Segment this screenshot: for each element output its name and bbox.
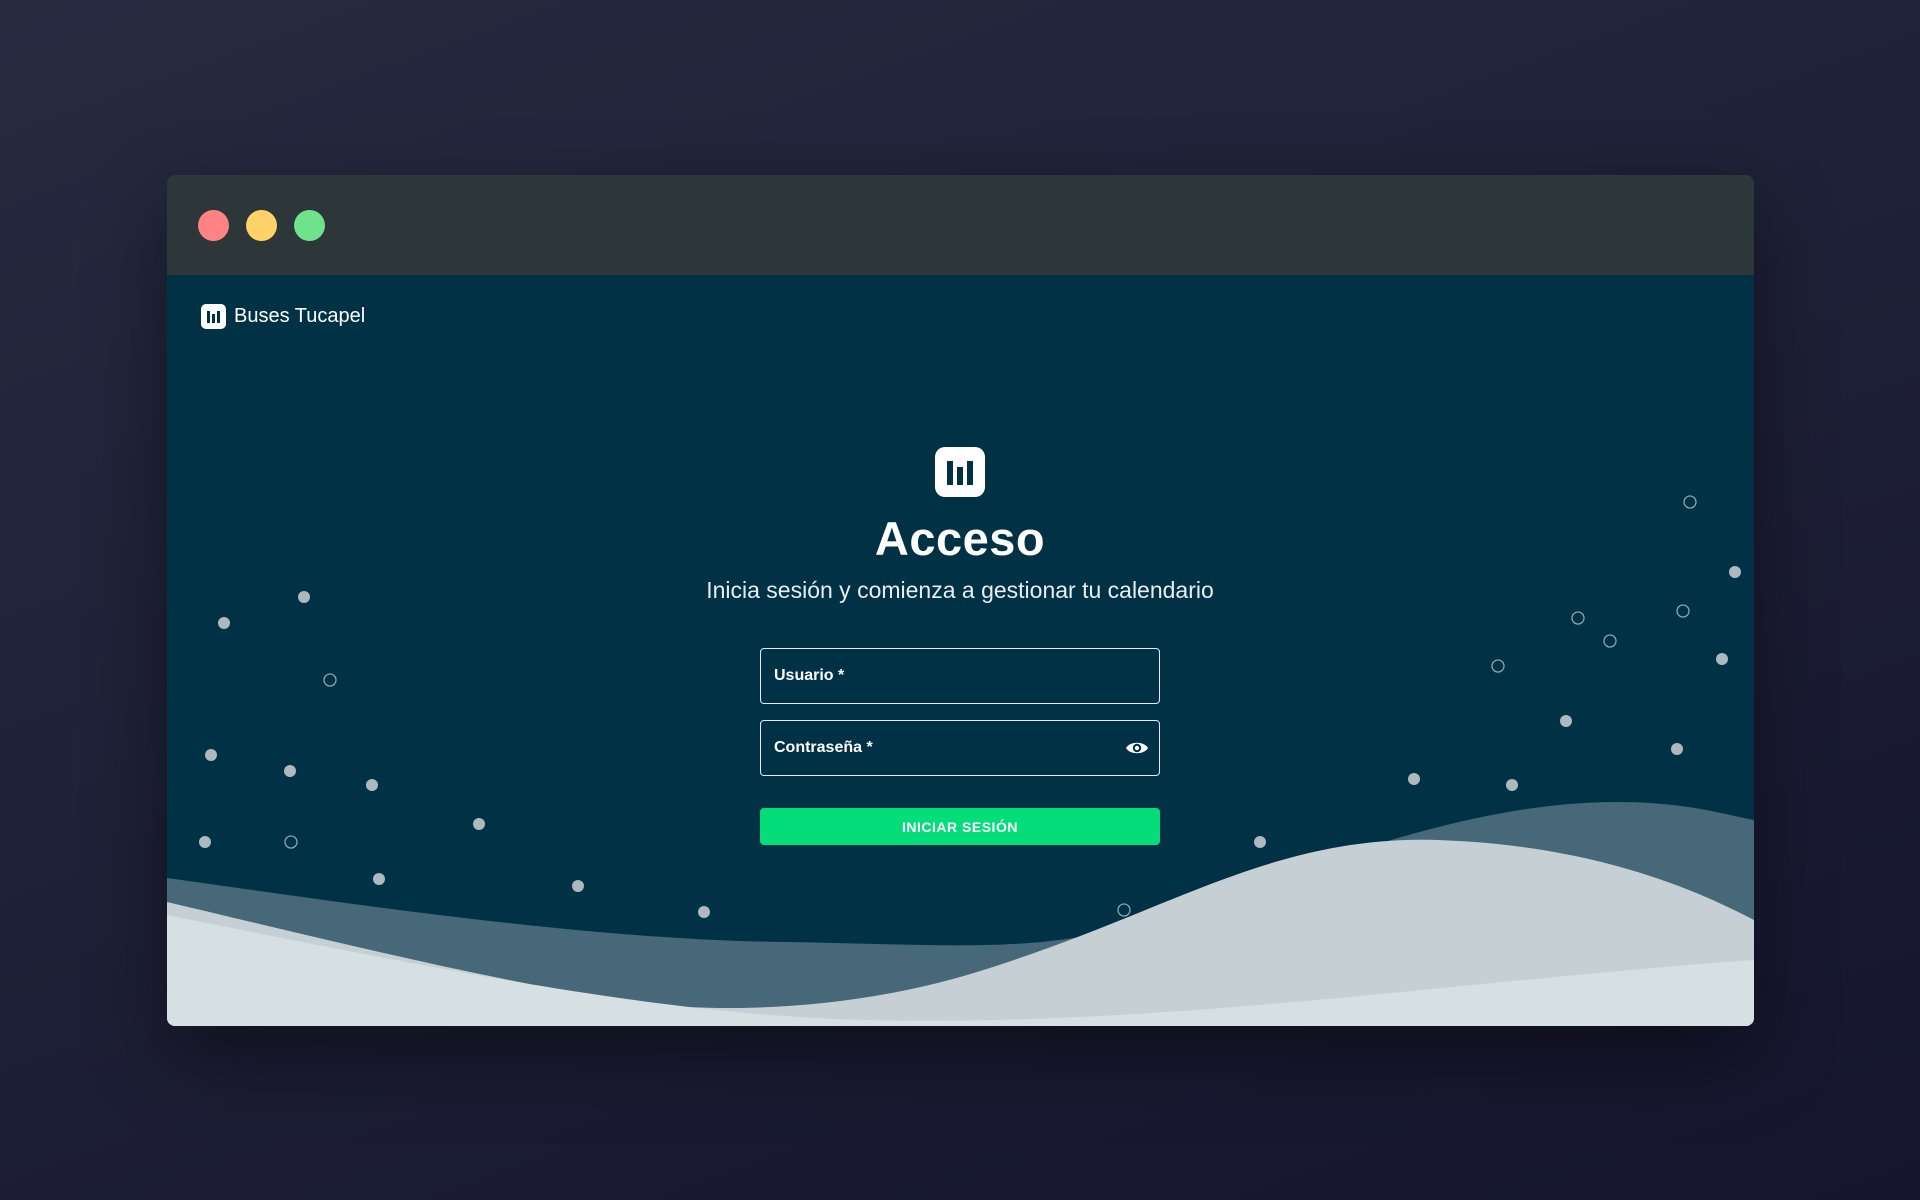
eye-icon[interactable] — [1125, 738, 1149, 758]
username-label: Usuario * — [774, 667, 845, 684]
brand-logo-icon — [201, 304, 226, 329]
password-field[interactable]: Contraseña * — [760, 720, 1160, 776]
login-button[interactable]: INICIAR SESIÓN — [760, 808, 1160, 845]
login-form: Acceso Inicia sesión y comienza a gestio… — [706, 447, 1214, 845]
window-minimize-button[interactable] — [246, 210, 277, 241]
window-maximize-button[interactable] — [294, 210, 325, 241]
app-window: Buses Tucapel Acceso Inicia sesión y com… — [167, 175, 1754, 1026]
brand-header[interactable]: Buses Tucapel — [201, 304, 365, 329]
username-field[interactable]: Usuario * — [760, 648, 1160, 704]
bar-chart-logo-icon — [935, 447, 985, 497]
page-title: Acceso — [874, 512, 1046, 565]
window-titlebar — [167, 175, 1754, 275]
login-page: Buses Tucapel Acceso Inicia sesión y com… — [167, 275, 1754, 1026]
page-subtitle: Inicia sesión y comienza a gestionar tu … — [706, 577, 1214, 603]
password-label: Contraseña * — [774, 739, 873, 756]
window-close-button[interactable] — [198, 210, 229, 241]
brand-name: Buses Tucapel — [234, 305, 366, 327]
